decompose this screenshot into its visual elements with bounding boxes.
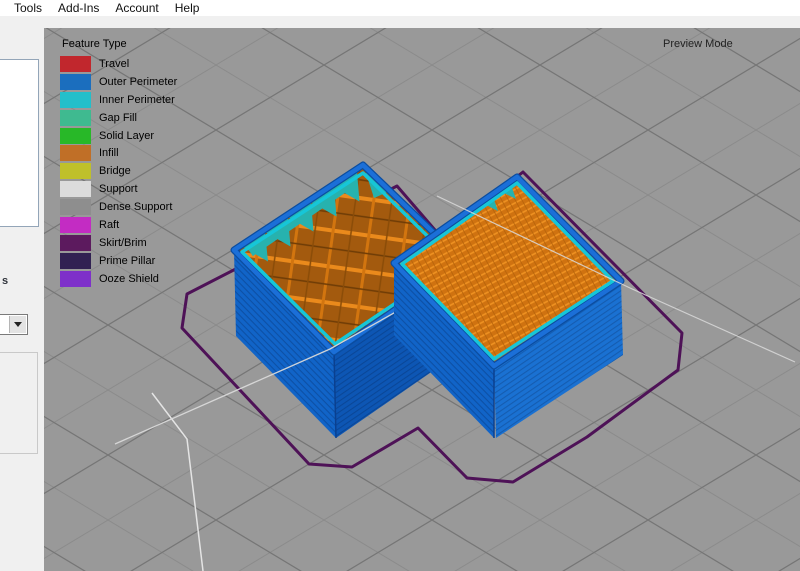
legend-swatch [60,56,91,72]
legend-swatch [60,74,91,90]
legend-swatch [60,199,91,215]
legend-item: Infill [60,144,177,162]
dropdown-arrow-icon[interactable] [9,316,26,333]
legend-swatch [60,92,91,108]
menu-item-account[interactable]: Account [107,1,166,16]
legend-item: Outer Perimeter [60,73,177,91]
legend-swatch [60,235,91,251]
legend-label: Support [99,183,138,195]
machine-profile-dropdown[interactable] [0,314,28,335]
legend-item: Skirt/Brim [60,234,177,252]
legend-swatch [60,145,91,161]
legend-label: Outer Perimeter [99,76,177,88]
feature-type-legend: Travel Outer Perimeter Inner Perimeter Gap … [60,55,177,288]
menu-bar: ToolsAdd-InsAccountHelp [0,0,800,16]
legend-item: Ooze Shield [60,270,177,288]
legend-label: Bridge [99,165,131,177]
sidebar-groupbox [0,352,38,454]
preview-3d-viewport[interactable]: Feature Type Travel Outer Perimeter Inner … [44,28,800,571]
process-list[interactable] [0,59,39,227]
legend-label: Inner Perimeter [99,94,175,106]
legend-item: Inner Perimeter [60,91,177,109]
menu-item-tools[interactable]: Tools [6,1,50,16]
legend-swatch [60,163,91,179]
legend-label: Raft [99,219,119,231]
preview-mode-label: Preview Mode [663,38,733,50]
legend-swatch [60,253,91,269]
legend-swatch [60,181,91,197]
toolbar-strip [0,16,800,28]
legend-label: Gap Fill [99,112,137,124]
legend-label: Skirt/Brim [99,237,147,249]
legend-item: Gap Fill [60,109,177,127]
legend-title: Feature Type [62,38,127,50]
legend-label: Ooze Shield [99,273,159,285]
menu-item-add-ins[interactable]: Add-Ins [50,1,107,16]
legend-item: Dense Support [60,198,177,216]
menu-item-help[interactable]: Help [167,1,208,16]
sidebar: s [0,28,44,571]
legend-label: Solid Layer [99,130,154,142]
legend-item: Raft [60,216,177,234]
legend-item: Solid Layer [60,127,177,145]
legend-item: Bridge [60,162,177,180]
legend-label: Travel [99,58,129,70]
legend-swatch [60,217,91,233]
legend-swatch [60,128,91,144]
legend-label: Infill [99,147,119,159]
legend-item: Prime Pillar [60,252,177,270]
legend-label: Prime Pillar [99,255,155,267]
sidebar-partial-label: s [2,275,8,287]
legend-label: Dense Support [99,201,172,213]
legend-item: Travel [60,55,177,73]
legend-item: Support [60,180,177,198]
legend-swatch [60,110,91,126]
legend-swatch [60,271,91,287]
